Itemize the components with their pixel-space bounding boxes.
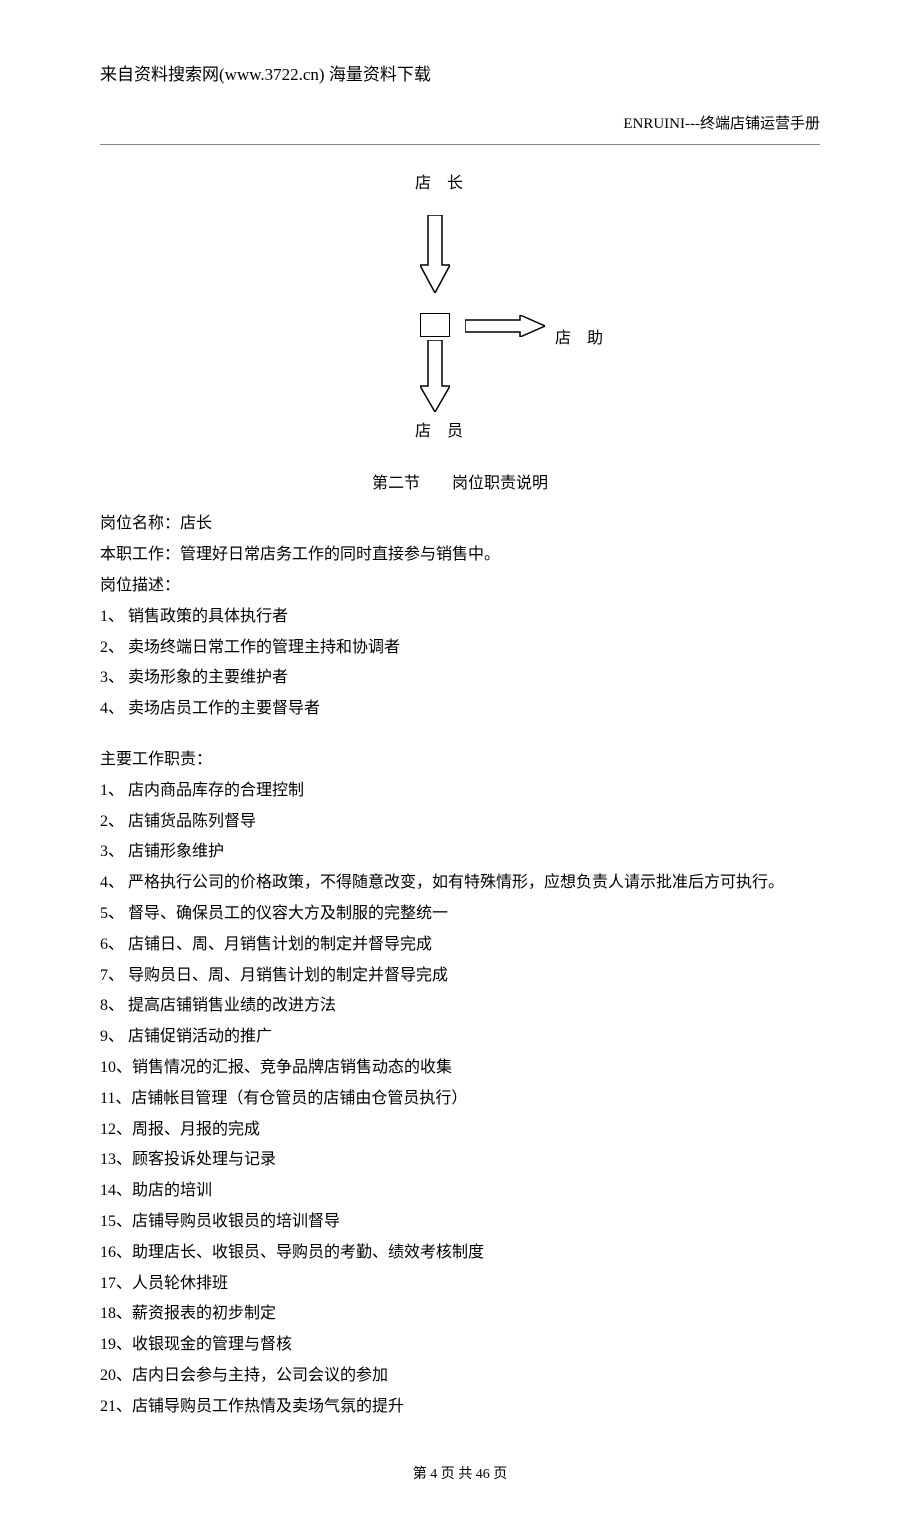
list-item: 1、 店内商品库存的合理控制 <box>100 777 820 806</box>
list-item: 12、周报、月报的完成 <box>100 1116 820 1145</box>
arrow-down-icon <box>420 215 450 293</box>
header-divider <box>100 144 820 145</box>
list-item: 4、 严格执行公司的价格政策，不得随意改变，如有特殊情形，应想负责人请示批准后方… <box>100 869 820 898</box>
list-item: 3、 卖场形象的主要维护者 <box>100 664 820 693</box>
list-item: 19、收银现金的管理与督核 <box>100 1331 820 1360</box>
list-item: 15、店铺导购员收银员的培训督导 <box>100 1208 820 1237</box>
section-name: 岗位职责说明 <box>452 475 548 492</box>
list-item: 10、销售情况的汇报、竞争品牌店销售动态的收集 <box>100 1054 820 1083</box>
org-top-label: 店 长 <box>415 170 469 199</box>
list-item: 2、 店铺货品陈列督导 <box>100 808 820 837</box>
arrow-right-icon <box>465 315 545 348</box>
list-item: 21、店铺导购员工作热情及卖场气氛的提升 <box>100 1393 820 1422</box>
list-item: 16、助理店长、收银员、导购员的考勤、绩效考核制度 <box>100 1239 820 1268</box>
section-title: 第二节 岗位职责说明 <box>100 470 820 499</box>
list-item: 13、顾客投诉处理与记录 <box>100 1146 820 1175</box>
list-item: 3、 店铺形象维护 <box>100 838 820 867</box>
list-item: 8、 提高店铺销售业绩的改进方法 <box>100 992 820 1021</box>
list-item: 4、 卖场店员工作的主要督导者 <box>100 695 820 724</box>
desc-list: 1、 销售政策的具体执行者 2、 卖场终端日常工作的管理主持和协调者 3、 卖场… <box>100 603 820 724</box>
section-number: 第二节 <box>372 475 420 492</box>
org-bottom-label: 店 员 <box>415 418 469 447</box>
org-mid-box <box>420 313 450 337</box>
duty-label: 主要工作职责： <box>100 746 820 775</box>
list-item: 7、 导购员日、周、月销售计划的制定并督导完成 <box>100 962 820 991</box>
list-item: 11、店铺帐目管理（有仓管员的店铺由仓管员执行） <box>100 1085 820 1114</box>
source-header: 来自资料搜索网(www.3722.cn) 海量资料下载 <box>100 60 820 91</box>
list-item: 18、薪资报表的初步制定 <box>100 1300 820 1329</box>
position-desc-label: 岗位描述： <box>100 572 820 601</box>
org-side-label: 店 助 <box>555 325 609 354</box>
list-item: 6、 店铺日、周、月销售计划的制定并督导完成 <box>100 931 820 960</box>
page-footer: 第 4 页 共 46 页 <box>100 1462 820 1487</box>
position-work: 本职工作：管理好日常店务工作的同时直接参与销售中。 <box>100 541 820 570</box>
org-chart: 店 长 店 助 店 员 <box>310 170 610 440</box>
list-item: 1、 销售政策的具体执行者 <box>100 603 820 632</box>
arrow-down-icon <box>420 340 450 412</box>
position-name: 岗位名称：店长 <box>100 510 820 539</box>
list-item: 2、 卖场终端日常工作的管理主持和协调者 <box>100 634 820 663</box>
list-item: 20、店内日会参与主持，公司会议的参加 <box>100 1362 820 1391</box>
list-item: 5、 督导、确保员工的仪容大方及制服的完整统一 <box>100 900 820 929</box>
list-item: 14、助店的培训 <box>100 1177 820 1206</box>
list-item: 17、人员轮休排班 <box>100 1270 820 1299</box>
list-item: 9、 店铺促销活动的推广 <box>100 1023 820 1052</box>
duty-list: 1、 店内商品库存的合理控制 2、 店铺货品陈列督导 3、 店铺形象维护 4、 … <box>100 777 820 1422</box>
document-title: ENRUINI---终端店铺运营手册 <box>100 111 820 138</box>
